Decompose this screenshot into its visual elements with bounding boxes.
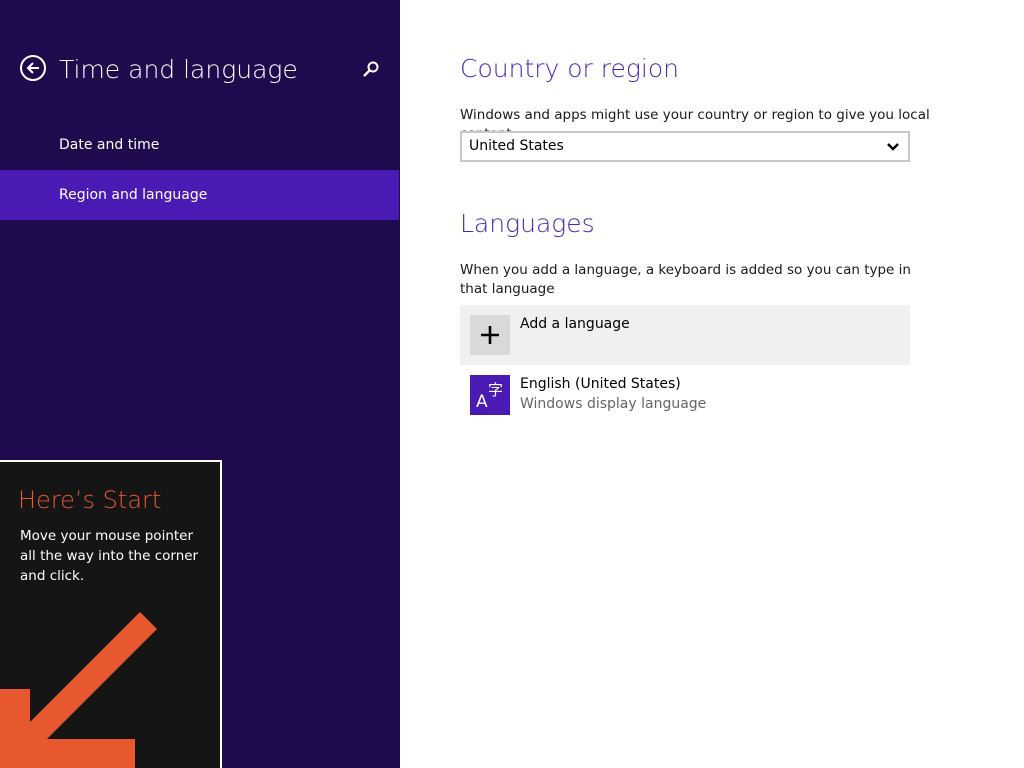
svg-text:字: 字: [488, 381, 503, 399]
languages-description: When you add a language, a keyboard is a…: [460, 262, 911, 297]
language-item-english-us[interactable]: A 字 English (United States) Windows disp…: [460, 365, 910, 425]
down-left-arrow-icon: [0, 612, 157, 768]
tip-body: Move your mouse pointer all the way into…: [20, 528, 199, 584]
add-language-label: Add a language: [520, 316, 630, 332]
tip-title: Here’s Start: [18, 486, 162, 514]
country-dropdown-value: United States: [469, 138, 564, 154]
page-title: Time and language: [59, 55, 298, 84]
add-language-button[interactable]: Add a language: [460, 305, 910, 365]
languages-heading: Languages: [460, 209, 595, 238]
nav-item-label: Date and time: [59, 137, 160, 153]
language-name: English (United States): [520, 376, 681, 392]
plus-icon: [470, 315, 510, 355]
back-button[interactable]: [20, 55, 46, 81]
country-dropdown[interactable]: United States: [460, 131, 910, 162]
language-icon: A 字: [470, 375, 510, 415]
language-subtitle: Windows display language: [520, 396, 707, 412]
search-icon: [363, 61, 379, 77]
svg-text:A: A: [476, 392, 488, 412]
nav-item-label: Region and language: [59, 187, 208, 203]
settings-screen: Time and language Date and time Region a…: [0, 0, 1024, 768]
nav-item-date-and-time[interactable]: Date and time: [0, 120, 399, 170]
start-tip: Here’s Start Move your mouse pointer all…: [0, 460, 222, 768]
country-region-heading: Country or region: [460, 54, 679, 83]
back-arrow-icon: [26, 62, 39, 74]
nav-item-region-and-language[interactable]: Region and language: [0, 170, 399, 220]
chevron-down-icon: [887, 143, 899, 151]
search-button[interactable]: [360, 58, 382, 80]
